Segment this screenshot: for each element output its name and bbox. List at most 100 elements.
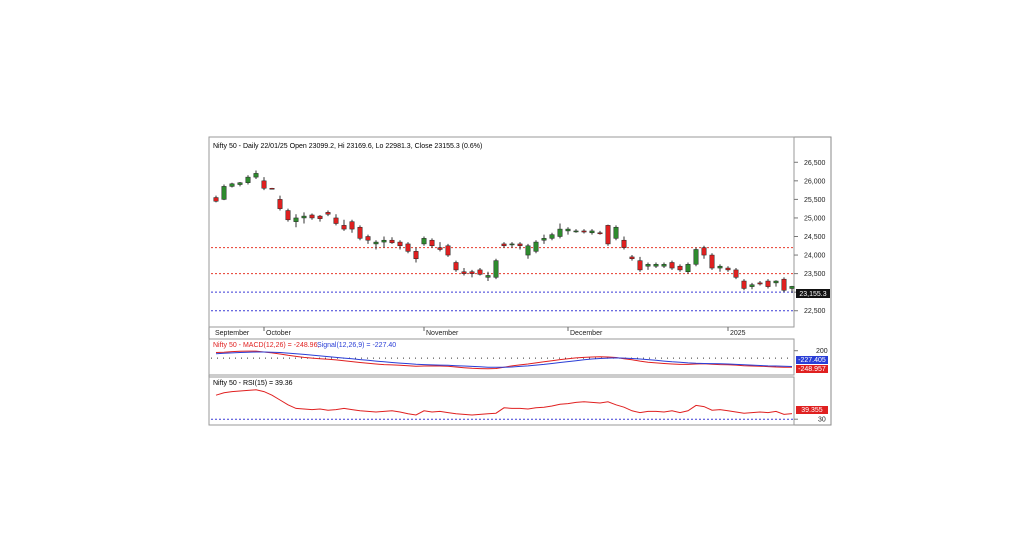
candle-body-10	[293, 217, 299, 222]
price-y-tick-label-4: 24,500	[804, 234, 826, 241]
price-y-tick-label-0: 26,500	[804, 160, 826, 167]
price-x-label-0: September	[215, 330, 250, 337]
candle-body-54	[645, 264, 651, 267]
candle-body-38	[517, 243, 523, 247]
candle-body-65	[733, 269, 739, 278]
price-y-tick-label-5: 24,000	[804, 253, 826, 260]
candle-body-13	[317, 215, 323, 219]
chart-window: Nifty 50 - Daily 22/01/25 Open 23099.2, …	[0, 0, 1028, 545]
candle-body-34	[485, 275, 491, 278]
candle-body-7	[269, 188, 275, 190]
candle-body-33	[477, 269, 483, 275]
candle-body-69	[765, 280, 771, 287]
candle-body-17	[349, 221, 355, 230]
chart-outer-frame	[208, 136, 832, 426]
candle-body-50	[613, 226, 619, 239]
price-x-label-1: October	[266, 330, 292, 337]
rsi-y-tick-label-0: 30	[818, 417, 826, 424]
candle-body-14	[325, 212, 331, 215]
candle-body-43	[557, 228, 563, 237]
candle-body-15	[333, 217, 339, 224]
candle-body-5	[253, 173, 259, 178]
candle-body-37	[509, 243, 515, 246]
candle-body-29	[445, 245, 451, 256]
candle-body-36	[501, 243, 507, 247]
candle-body-68	[757, 282, 763, 285]
candle-body-42	[549, 234, 555, 239]
candle-body-4	[245, 176, 251, 183]
candle-body-8	[277, 199, 283, 209]
candle-body-26	[421, 238, 427, 245]
candle-body-51	[621, 239, 627, 248]
candle-body-61	[701, 247, 707, 256]
macd-signal-value: -227.405	[798, 357, 826, 364]
price-x-label-2: November	[426, 330, 459, 337]
price-x-label-4: 2025	[730, 330, 746, 337]
candle-body-47	[589, 230, 595, 234]
candle-body-0	[213, 197, 219, 202]
candle-body-60	[693, 249, 699, 265]
rsi-value: 39.355	[801, 407, 823, 414]
candle-body-66	[741, 280, 747, 289]
candle-body-22	[389, 239, 395, 244]
candle-body-1	[221, 186, 227, 200]
candle-body-30	[453, 262, 459, 271]
candle-body-46	[581, 230, 587, 233]
candle-body-9	[285, 210, 291, 221]
candle-body-20	[373, 241, 379, 245]
candle-body-58	[677, 265, 683, 271]
chart-svg[interactable]: Nifty 50 - Daily 22/01/25 Open 23099.2, …	[0, 0, 1028, 545]
candle-body-49	[605, 225, 611, 245]
candle-body-53	[637, 260, 643, 271]
price-y-tick-label-8: 22,500	[804, 308, 826, 315]
candle-body-48	[597, 232, 603, 235]
candle-body-59	[685, 264, 691, 273]
candle-body-27	[429, 239, 435, 247]
candle-body-16	[341, 225, 347, 230]
candle-body-71	[781, 278, 787, 291]
price-y-tick-label-1: 26,000	[804, 178, 826, 185]
candle-body-23	[397, 241, 403, 247]
candle-body-45	[573, 230, 579, 233]
price-x-label-3: December	[570, 330, 603, 337]
candle-body-70	[773, 280, 779, 284]
candle-body-19	[365, 236, 371, 241]
candle-body-11	[301, 215, 307, 219]
candle-body-24	[405, 243, 411, 252]
candle-body-25	[413, 251, 419, 260]
candle-body-32	[469, 271, 475, 274]
candle-body-55	[653, 264, 659, 267]
candle-body-63	[717, 265, 723, 269]
macd-signal-title: Signal(12,26,9) = -227.40	[317, 342, 396, 349]
candle-body-52	[629, 256, 635, 260]
price-y-tick-label-3: 25,000	[804, 215, 826, 222]
candle-body-2	[229, 183, 235, 187]
price-y-tick-label-2: 25,500	[804, 197, 826, 204]
candle-body-44	[565, 228, 571, 232]
candle-body-6	[261, 180, 267, 189]
candle-body-56	[661, 264, 667, 267]
price-y-tick-label-6: 23,500	[804, 271, 826, 278]
candle-body-35	[493, 260, 499, 278]
macd-title: Nifty 50 - MACD(12,26) = -248.96,	[213, 342, 319, 349]
last-price-badge: 23,155.3	[796, 289, 830, 298]
candle-body-64	[725, 267, 731, 271]
rsi-title: Nifty 50 - RSI(15) = 39.36	[213, 380, 293, 387]
last-price-label: 23,155.3	[799, 291, 826, 298]
candle-body-28	[437, 247, 443, 250]
candle-body-57	[669, 262, 675, 269]
candle-body-39	[525, 245, 531, 256]
candle-body-3	[237, 182, 243, 185]
macd-y-tick-label-0: 200	[816, 348, 828, 355]
candle-body-62	[709, 254, 715, 269]
candle-body-21	[381, 239, 387, 243]
candle-body-31	[461, 271, 467, 274]
candle-body-12	[309, 214, 315, 219]
price-chart-title: Nifty 50 - Daily 22/01/25 Open 23099.2, …	[213, 143, 482, 150]
macd-value: -248.957	[798, 366, 826, 373]
candle-body-18	[357, 226, 363, 239]
candle-body-41	[541, 238, 547, 241]
candle-body-72	[789, 286, 795, 289]
candle-body-40	[533, 241, 539, 252]
candle-body-67	[749, 284, 755, 287]
